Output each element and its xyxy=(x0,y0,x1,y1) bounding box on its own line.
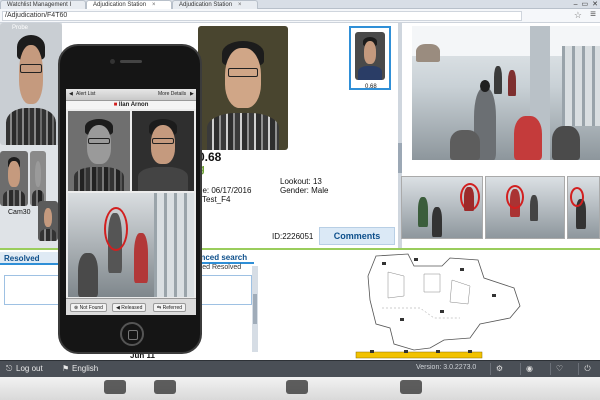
tab-watchlist-management[interactable]: Watchlist Management I xyxy=(0,0,86,9)
person-name: Ilan Arnon xyxy=(118,102,149,108)
chair-silhouette xyxy=(154,380,176,394)
browser-tab-bar: Watchlist Management I Adjudication Stat… xyxy=(0,0,600,9)
detection-circle xyxy=(506,185,524,209)
close-icon[interactable]: × xyxy=(152,2,156,8)
mobile-device: ◀ Alert List More Details ▶ ■ Ilan Arnon… xyxy=(58,44,202,354)
tab-resolved[interactable]: Resolved xyxy=(0,252,60,265)
action-label: Released xyxy=(121,305,143,311)
browser-menu-icon[interactable]: ≡ xyxy=(590,9,596,20)
gender-label: Gender: xyxy=(280,186,309,195)
list-scrollbar[interactable] xyxy=(252,266,258,352)
gender-value: Male xyxy=(311,186,329,195)
match-thumbnail[interactable]: 0.68 xyxy=(349,26,391,90)
probe-photo[interactable] xyxy=(0,23,62,145)
tab-label: Adjudication Station xyxy=(179,2,233,8)
probe-photo-column: Probe Cam30 xyxy=(0,23,62,248)
more-details-button[interactable]: More Details xyxy=(158,91,186,97)
camera-clip-3[interactable] xyxy=(567,176,600,239)
thumbnail-score: 0.68 xyxy=(365,84,377,90)
detection-circle xyxy=(104,207,128,251)
scroll-thumb[interactable] xyxy=(398,143,402,173)
settings-icon[interactable]: ⚙ xyxy=(490,363,508,375)
scroll-thumb[interactable] xyxy=(253,294,257,324)
forward-icon[interactable]: ▶ xyxy=(190,91,194,97)
phone-speaker xyxy=(120,60,142,63)
gender-field: Gender: Male xyxy=(280,186,328,195)
watchlist-photo[interactable] xyxy=(68,111,130,191)
camera-label: Cam30 xyxy=(8,209,31,216)
released-button[interactable]: ◀ Released xyxy=(112,303,147,312)
alert-list-button[interactable]: Alert List xyxy=(76,91,95,97)
test-label: Test_F4 xyxy=(202,195,231,204)
thumbnail-face xyxy=(355,32,385,80)
lookout-label: Lookout: xyxy=(280,177,311,186)
tab-adjudication-station[interactable]: Adjudication Station × xyxy=(172,0,258,9)
url-input[interactable]: /Adjudication/F4T60 xyxy=(2,11,522,21)
close-icon[interactable]: × xyxy=(238,2,242,8)
date-value: 06/17/2016 xyxy=(211,186,252,195)
person-name-bar: ■ Ilan Arnon xyxy=(66,101,196,109)
mobile-action-bar: ⊗ Not Found ◀ Released ⇆ Referred xyxy=(66,298,196,315)
maximize-icon[interactable]: ▭ xyxy=(582,0,589,9)
detection-circle xyxy=(570,187,584,207)
lookout-field: Lookout: 13 xyxy=(280,177,322,186)
version-label: Version: 3.0.2273.0 xyxy=(416,364,477,371)
chair-silhouette xyxy=(400,380,422,394)
window-controls: – ▭ ✕ xyxy=(574,0,598,9)
referred-button[interactable]: ⇆ Referred xyxy=(153,303,187,312)
not-found-button[interactable]: ⊗ Not Found xyxy=(70,303,107,312)
logout-button[interactable]: Log out xyxy=(16,364,43,373)
flag-icon: ■ xyxy=(113,102,118,108)
floor-map[interactable] xyxy=(264,252,600,360)
candidate-thumb[interactable] xyxy=(30,151,46,206)
minimize-icon[interactable]: – xyxy=(574,0,578,9)
language-icon[interactable]: ⚑ xyxy=(62,364,69,373)
advanced-search-link[interactable]: anced search xyxy=(196,253,247,262)
close-window-icon[interactable]: ✕ xyxy=(592,0,598,9)
candidate-thumb[interactable] xyxy=(38,201,58,241)
phone-camera xyxy=(110,59,115,64)
resolved-tab-label: Resolved xyxy=(4,254,40,263)
heart-icon[interactable]: ♡ xyxy=(550,363,568,375)
mobile-camera-feed[interactable] xyxy=(68,193,194,297)
language-selector[interactable]: English xyxy=(72,364,98,373)
chair-silhouette xyxy=(286,380,308,394)
address-bar: /Adjudication/F4T60 ☆ ≡ xyxy=(0,9,600,23)
camera-clip-2[interactable] xyxy=(485,176,565,239)
lookout-value: 13 xyxy=(312,177,322,186)
action-label: Not Found xyxy=(79,305,103,311)
home-button[interactable] xyxy=(120,322,144,346)
bookmark-star-icon[interactable]: ☆ xyxy=(574,10,582,21)
list-column-headers: rded Resolved xyxy=(196,264,242,271)
camera-feed[interactable] xyxy=(412,26,600,160)
candidate-thumb[interactable] xyxy=(0,151,28,206)
probe-label: Probe xyxy=(12,25,29,31)
matched-face-photo[interactable] xyxy=(198,26,288,150)
date-field: ue: 06/17/2016 xyxy=(198,186,251,195)
floor-plan-svg xyxy=(355,253,521,359)
action-label: Referred xyxy=(162,305,183,311)
camera-clip-1[interactable] xyxy=(401,176,483,239)
tab-label: Adjudication Station xyxy=(93,2,147,8)
comments-tab[interactable]: Comments xyxy=(319,227,395,245)
tab-label: Watchlist Management I xyxy=(7,2,72,8)
tab-adjudication-station-active[interactable]: Adjudication Station × xyxy=(86,0,172,9)
record-id: ID:2226051 xyxy=(272,232,314,241)
probe-photo-mobile[interactable] xyxy=(132,111,194,191)
back-icon[interactable]: ◀ xyxy=(69,91,73,97)
bottom-toolbar: ⎋ Log out ⚑ English Version: 3.0.2273.0 … xyxy=(0,360,600,377)
globe-icon[interactable]: ◉ xyxy=(520,363,538,375)
mobile-screen: ◀ Alert List More Details ▶ ■ Ilan Arnon… xyxy=(66,89,196,315)
logout-icon[interactable]: ⎋ xyxy=(6,364,12,374)
power-icon[interactable]: ⏻ xyxy=(578,363,596,375)
mobile-header: ◀ Alert List More Details ▶ xyxy=(66,89,196,101)
chair-silhouette xyxy=(104,380,126,394)
